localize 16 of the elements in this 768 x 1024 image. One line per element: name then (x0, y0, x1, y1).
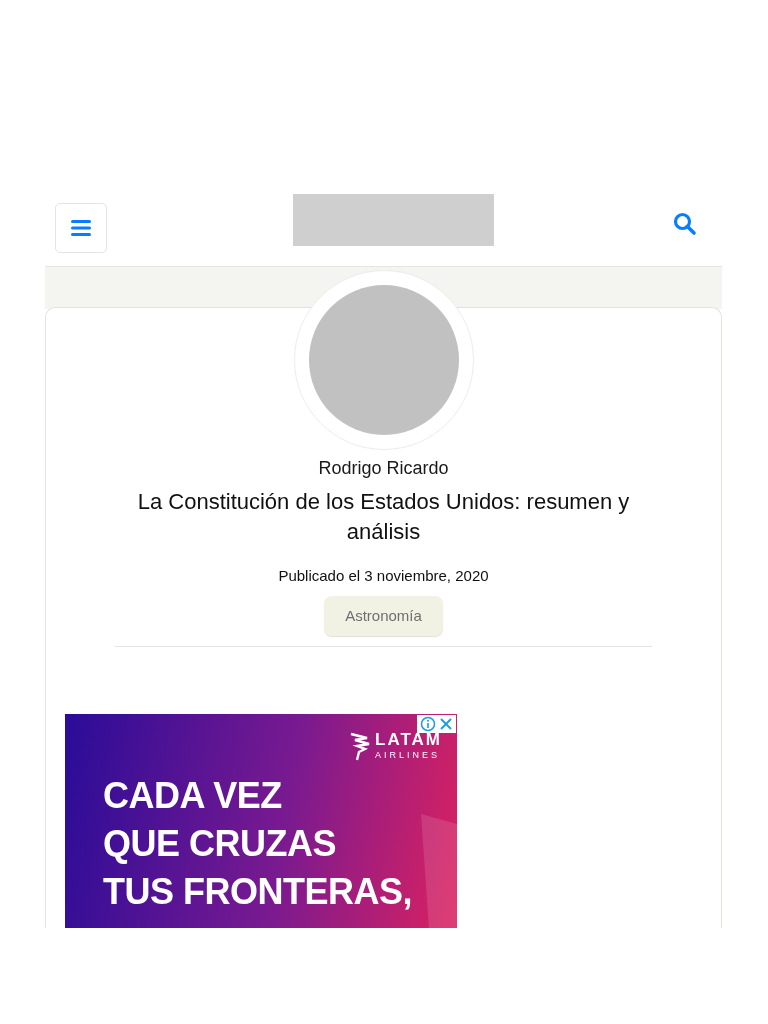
author-name: Rodrigo Ricardo (318, 458, 449, 479)
ad-headline: QUE CRUZAS (103, 822, 336, 866)
brand-name: LATAM (375, 731, 442, 749)
menu-icon (71, 219, 91, 237)
brand-logo-icon (349, 730, 372, 762)
ad-headline: TUS FRONTERAS, (103, 870, 412, 914)
ad-banner[interactable]: LATAM AIRLINES CADA VEZ QUE CRUZAS TUS FRONTERAS, (65, 714, 457, 928)
article-title: La Constitución de los Estados Unidos: resumen y análisis (136, 488, 631, 546)
info-icon[interactable] (420, 716, 436, 732)
close-icon[interactable] (439, 717, 453, 731)
category-tag[interactable]: Astronomía (324, 596, 443, 636)
ad-headline: CADA VEZ (103, 774, 282, 818)
brand-subtitle: AIRLINES (375, 749, 442, 761)
search-icon[interactable] (673, 212, 697, 236)
publish-date: Publicado el 3 noviembre, 2020 (278, 567, 489, 584)
menu-button[interactable] (55, 203, 107, 253)
